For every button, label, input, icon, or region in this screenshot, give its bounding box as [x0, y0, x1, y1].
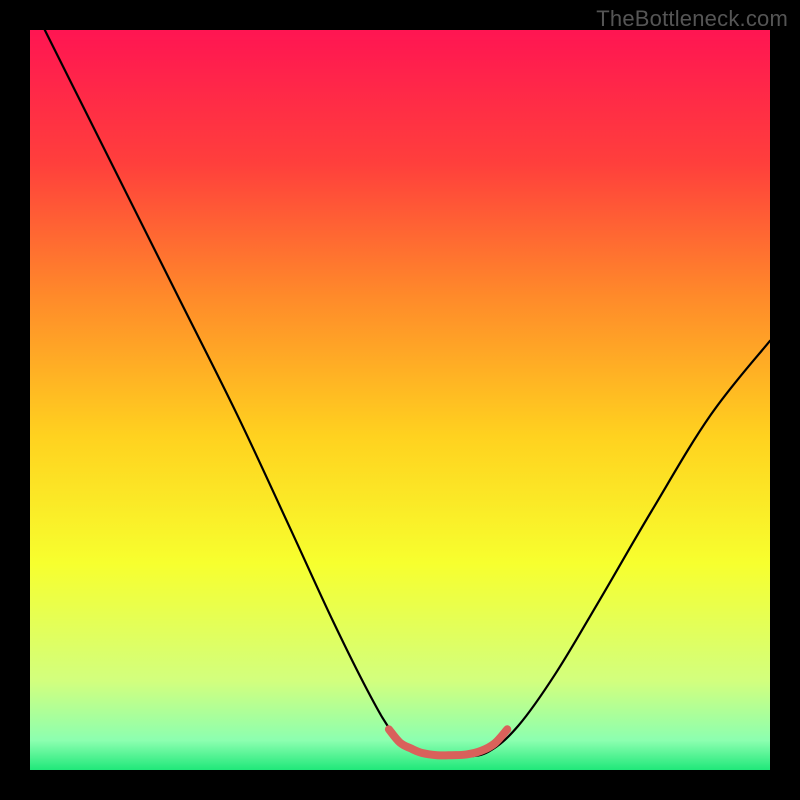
watermark-text: TheBottleneck.com	[596, 6, 788, 32]
chart-background	[30, 30, 770, 770]
bottleneck-chart	[30, 30, 770, 770]
chart-frame: TheBottleneck.com	[0, 0, 800, 800]
